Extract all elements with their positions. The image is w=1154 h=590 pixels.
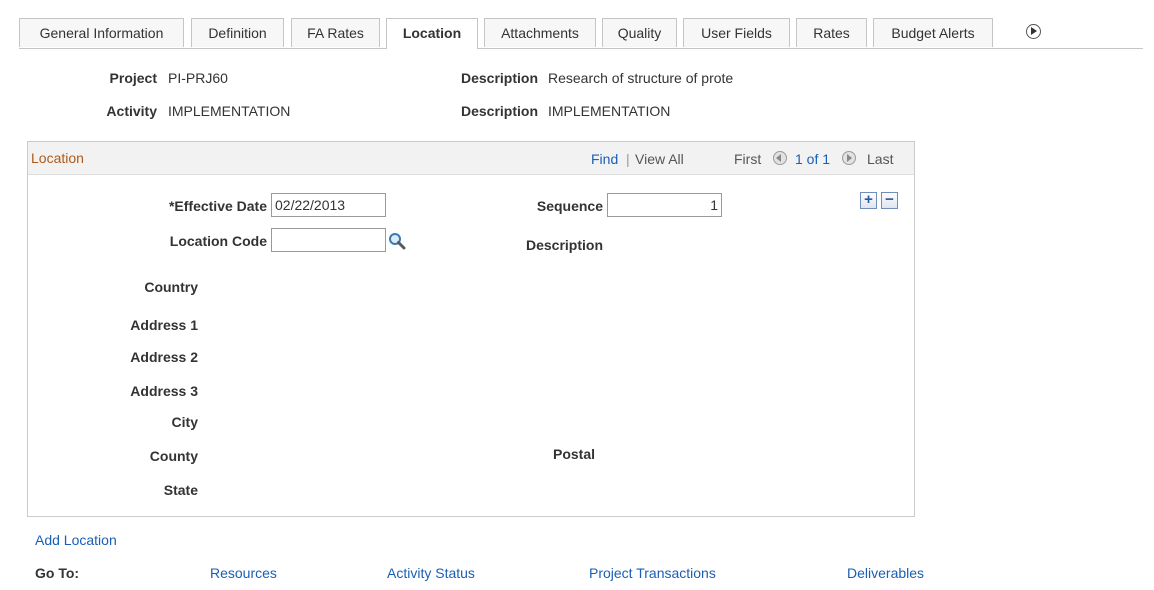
add-location-link[interactable]: Add Location: [35, 532, 117, 548]
location-group-box: Location Find | View All First 1 of 1 La…: [27, 141, 915, 517]
last-link[interactable]: Last: [867, 151, 893, 167]
page-tab-bar: General Information Definition FA Rates …: [19, 18, 1143, 49]
goto-label: Go To:: [35, 565, 80, 581]
tab-general-information[interactable]: General Information: [19, 18, 184, 47]
county-label: County: [149, 448, 198, 464]
project-value: PI-PRJ60: [168, 70, 228, 86]
activity-label: Activity: [106, 103, 157, 119]
tab-budget-alerts[interactable]: Budget Alerts: [873, 18, 993, 47]
previous-row-icon[interactable]: [773, 151, 787, 165]
effective-date-input[interactable]: [271, 193, 386, 217]
delete-row-button[interactable]: −: [881, 192, 898, 209]
state-label: State: [163, 482, 198, 498]
city-label: City: [171, 414, 198, 430]
location-code-input[interactable]: [271, 228, 386, 252]
effective-date-label: *Effective Date: [168, 198, 267, 214]
first-link[interactable]: First: [734, 151, 761, 167]
activity-value: IMPLEMENTATION: [168, 103, 291, 119]
tab-definition[interactable]: Definition: [191, 18, 284, 47]
activity-description-label: Description: [460, 103, 538, 119]
tab-fa-rates[interactable]: FA Rates: [291, 18, 380, 47]
location-description-label: Description: [525, 237, 603, 253]
tab-attachments[interactable]: Attachments: [484, 18, 596, 47]
next-tab-arrow-icon[interactable]: [1026, 24, 1041, 39]
add-row-button[interactable]: +: [860, 192, 877, 209]
country-label: Country: [144, 279, 198, 295]
tab-quality[interactable]: Quality: [602, 18, 677, 47]
address1-label: Address 1: [130, 317, 198, 333]
address2-label: Address 2: [130, 349, 198, 365]
lookup-magnifier-icon[interactable]: [388, 232, 406, 250]
goto-resources-link[interactable]: Resources: [210, 565, 277, 581]
goto-project-transactions-link[interactable]: Project Transactions: [589, 565, 716, 581]
goto-activity-status-link[interactable]: Activity Status: [387, 565, 475, 581]
tab-user-fields[interactable]: User Fields: [683, 18, 790, 47]
location-group-header: Location Find | View All First 1 of 1 La…: [28, 142, 914, 175]
goto-deliverables-link[interactable]: Deliverables: [847, 565, 924, 581]
location-code-label: Location Code: [169, 233, 267, 249]
tab-rates[interactable]: Rates: [796, 18, 867, 47]
sequence-input[interactable]: [607, 193, 722, 217]
project-description-value: Research of structure of prote: [548, 70, 734, 86]
location-group-title: Location: [31, 150, 84, 166]
project-description-label: Description: [460, 70, 538, 86]
next-row-icon[interactable]: [842, 151, 856, 165]
activity-description-value: IMPLEMENTATION: [548, 103, 671, 119]
find-link[interactable]: Find: [591, 151, 618, 167]
sequence-label: Sequence: [536, 198, 603, 214]
nav-separator: |: [626, 151, 630, 167]
row-page-status: 1 of 1: [795, 151, 831, 167]
postal-label: Postal: [552, 446, 595, 462]
address3-label: Address 3: [130, 383, 198, 399]
project-label: Project: [109, 70, 157, 86]
tab-location[interactable]: Location: [386, 18, 478, 49]
view-all-link[interactable]: View All: [635, 151, 684, 167]
